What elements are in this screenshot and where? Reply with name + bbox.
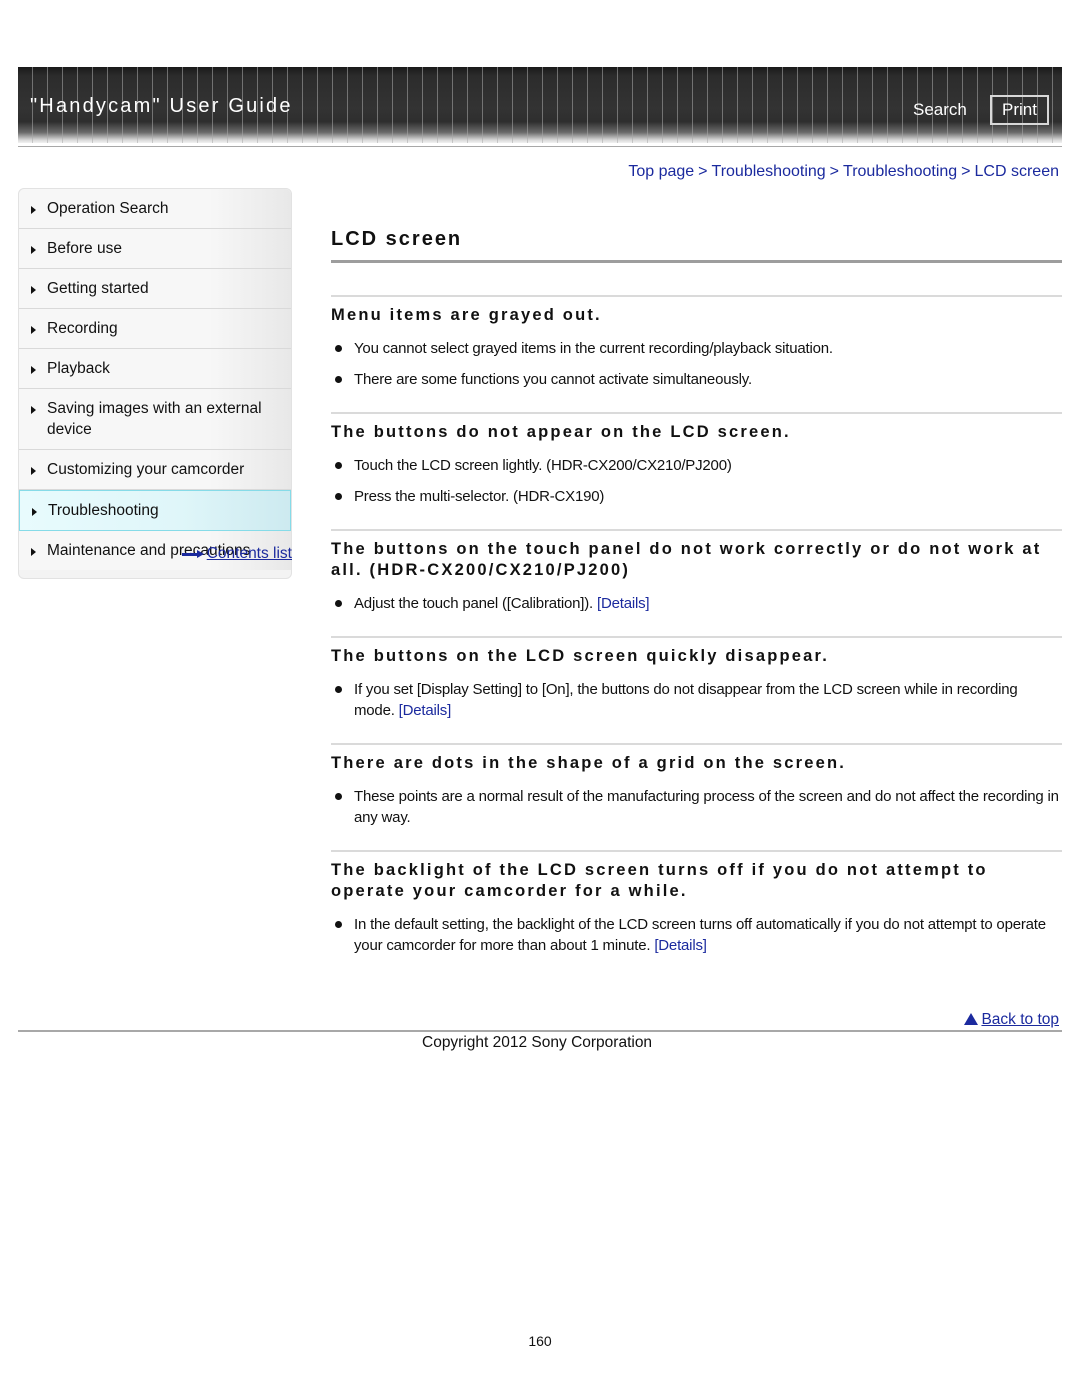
bullet-text: There are some functions you cannot acti…	[354, 371, 752, 388]
sidebar-nav: Operation Search Before use Getting star…	[18, 188, 292, 579]
back-to-top-label: Back to top	[981, 1011, 1059, 1028]
sidebar-item-customizing[interactable]: Customizing your camcorder	[19, 450, 291, 490]
bullet-text: You cannot select grayed items in the cu…	[354, 340, 833, 357]
arrow-right-icon	[181, 549, 204, 558]
footer-divider	[18, 1030, 1062, 1032]
header-divider	[18, 146, 1062, 147]
triangle-right-icon	[32, 508, 37, 516]
section-grid-dots: There are dots in the shape of a grid on…	[331, 743, 1062, 828]
breadcrumb-troubleshooting[interactable]: Troubleshooting	[712, 163, 826, 180]
back-to-top-link[interactable]: Back to top	[964, 1011, 1059, 1029]
section-buttons-not-appear: The buttons do not appear on the LCD scr…	[331, 412, 1062, 507]
details-link[interactable]: [Details]	[399, 702, 452, 719]
sidebar-item-label: Customizing your camcorder	[47, 461, 245, 478]
section-heading: Menu items are grayed out.	[331, 306, 602, 324]
bullet-item: These points are a normal result of the …	[331, 786, 1062, 828]
sidebar-item-label: Saving images with an external device	[47, 400, 262, 438]
breadcrumb-lcd-screen[interactable]: LCD screen	[975, 163, 1059, 180]
bullet-item: If you set [Display Setting] to [On], th…	[331, 679, 1062, 721]
breadcrumb-separator: >	[961, 163, 971, 180]
section-touch-panel: The buttons on the touch panel do not wo…	[331, 529, 1062, 614]
bullet-text: These points are a normal result of the …	[354, 788, 1059, 826]
contents-list-link[interactable]: Contents list	[181, 545, 292, 563]
sidebar-item-label: Before use	[47, 240, 122, 257]
triangle-right-icon	[31, 467, 36, 475]
details-link[interactable]: [Details]	[654, 937, 707, 954]
breadcrumb-separator: >	[698, 163, 708, 180]
details-link[interactable]: [Details]	[597, 595, 650, 612]
section-backlight: The backlight of the LCD screen turns of…	[331, 850, 1062, 956]
sidebar-item-recording[interactable]: Recording	[19, 309, 291, 349]
sidebar-item-playback[interactable]: Playback	[19, 349, 291, 389]
sidebar-item-operation-search[interactable]: Operation Search	[19, 189, 291, 229]
page-number: 160	[528, 1333, 552, 1349]
page-title: LCD screen	[331, 228, 463, 250]
contents-list-label: Contents list	[206, 545, 292, 562]
section-heading: The buttons on the touch panel do not wo…	[331, 540, 1042, 579]
bullet-item: You cannot select grayed items in the cu…	[331, 338, 1062, 359]
sidebar-item-troubleshooting[interactable]: Troubleshooting	[19, 490, 291, 531]
guide-title: "Handycam" User Guide	[30, 95, 293, 117]
triangle-right-icon	[31, 366, 36, 374]
search-button[interactable]: Search	[913, 100, 967, 120]
header-banner: "Handycam" User Guide Search Print	[18, 67, 1062, 143]
bullet-text: If you set [Display Setting] to [On], th…	[354, 681, 1018, 719]
section-heading: There are dots in the shape of a grid on…	[331, 754, 847, 772]
bullet-item: There are some functions you cannot acti…	[331, 369, 1062, 390]
sidebar-item-before-use[interactable]: Before use	[19, 229, 291, 269]
triangle-right-icon	[31, 548, 36, 556]
section-heading: The buttons on the LCD screen quickly di…	[331, 647, 830, 665]
bullet-text: Touch the LCD screen lightly. (HDR-CX200…	[354, 457, 732, 474]
section-heading: The backlight of the LCD screen turns of…	[331, 861, 988, 900]
print-button[interactable]: Print	[990, 95, 1049, 125]
title-divider	[331, 260, 1062, 263]
sidebar-item-saving-images[interactable]: Saving images with an external device	[19, 389, 291, 450]
triangle-right-icon	[31, 326, 36, 334]
bullet-item: In the default setting, the backlight of…	[331, 914, 1062, 956]
sidebar-item-getting-started[interactable]: Getting started	[19, 269, 291, 309]
bullet-text: Press the multi-selector. (HDR-CX190)	[354, 488, 605, 505]
triangle-right-icon	[31, 286, 36, 294]
triangle-up-icon	[964, 1013, 979, 1025]
sidebar-item-label: Operation Search	[47, 200, 169, 217]
triangle-right-icon	[31, 246, 36, 254]
breadcrumb-top-page[interactable]: Top page	[628, 163, 694, 180]
breadcrumb-troubleshooting-sub[interactable]: Troubleshooting	[843, 163, 957, 180]
bullet-item: Touch the LCD screen lightly. (HDR-CX200…	[331, 455, 1062, 476]
triangle-right-icon	[31, 406, 36, 414]
sidebar-item-label: Getting started	[47, 280, 149, 297]
breadcrumb-separator: >	[829, 163, 840, 180]
bullet-text: Adjust the touch panel ([Calibration]).	[354, 595, 594, 612]
triangle-right-icon	[31, 206, 36, 214]
bullet-item: Press the multi-selector. (HDR-CX190)	[331, 486, 1062, 507]
section-menu-grayed: Menu items are grayed out. You cannot se…	[331, 295, 1062, 390]
copyright-text: Copyright 2012 Sony Corporation	[422, 1034, 653, 1051]
breadcrumb: Top page > Troubleshooting > Troubleshooting…	[628, 163, 1059, 181]
section-heading: The buttons do not appear on the LCD scr…	[331, 423, 791, 441]
sidebar-item-label: Troubleshooting	[48, 502, 159, 519]
main-content: LCD screen Menu items are grayed out. Yo…	[331, 228, 1062, 966]
bullet-item: Adjust the touch panel ([Calibration]). …	[331, 593, 1062, 614]
section-buttons-disappear: The buttons on the LCD screen quickly di…	[331, 636, 1062, 721]
sidebar-item-label: Playback	[47, 360, 110, 377]
sidebar-item-label: Recording	[47, 320, 118, 337]
